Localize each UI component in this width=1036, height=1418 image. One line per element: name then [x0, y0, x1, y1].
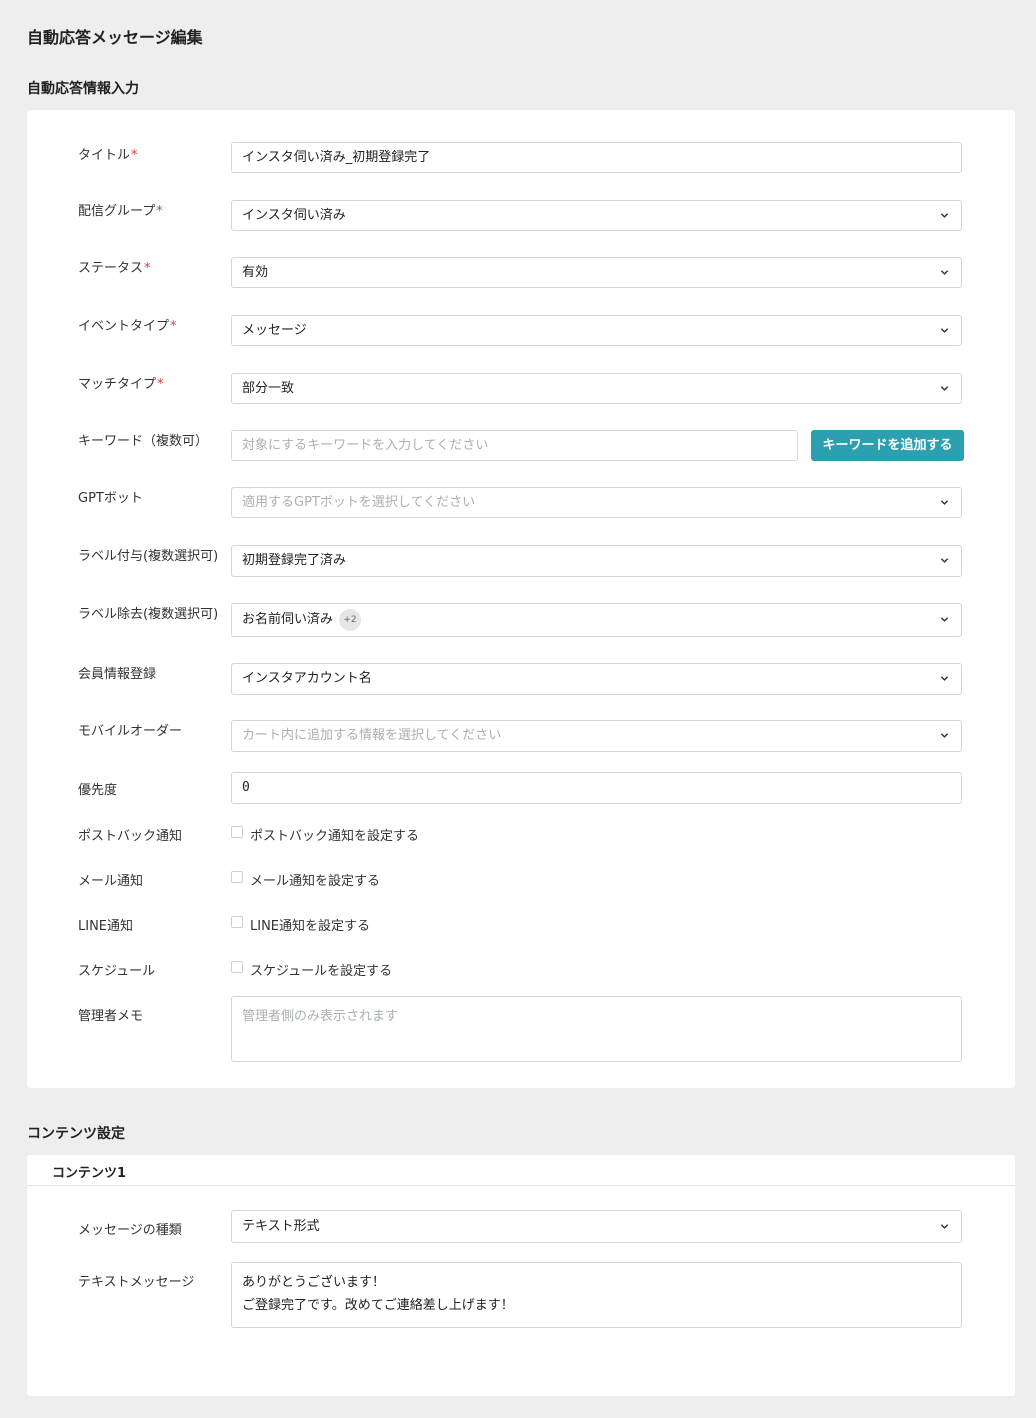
status-select[interactable]: 有効	[231, 257, 962, 288]
mail-label: メール通知	[78, 874, 144, 889]
label-add-label: ラベル付与(複数選択可)	[78, 549, 219, 564]
chevron-down-icon	[940, 213, 949, 218]
delivery-group-select[interactable]: インスタ伺い済み	[231, 200, 962, 231]
title-label: タイトル*	[78, 148, 138, 163]
mail-checkbox-label[interactable]: メール通知を設定する	[250, 870, 380, 889]
delivery-group-label: 配信グループ*	[78, 204, 163, 219]
label-remove-label: ラベル除去(複数選択可)	[78, 607, 219, 622]
memo-placeholder: 管理者側のみ表示されます	[242, 1009, 399, 1024]
schedule-label: スケジュール	[78, 964, 156, 979]
label-add-select[interactable]: 初期登録完了済み	[231, 545, 962, 577]
text-message-textarea[interactable]: ありがとうございます！ ご登録完了です。改めてご連絡差し上げます！	[231, 1262, 962, 1328]
postback-label: ポストバック通知	[78, 829, 183, 844]
chevron-down-icon	[940, 500, 949, 505]
message-type-select[interactable]: テキスト形式	[231, 1210, 962, 1243]
line-checkbox[interactable]	[231, 916, 243, 928]
chevron-down-icon	[940, 676, 949, 681]
mail-checkbox[interactable]	[231, 871, 243, 883]
status-label: ステータス*	[78, 261, 151, 276]
page-title: 自動応答メッセージ編集	[27, 28, 203, 47]
title-input[interactable]: インスタ伺い済み_初期登録完了	[231, 142, 962, 173]
memo-textarea[interactable]: 管理者側のみ表示されます	[231, 996, 962, 1062]
keyword-label: キーワード（複数可）	[78, 434, 209, 449]
member-info-value: インスタアカウント名	[242, 671, 372, 686]
more-count-badge: +2	[339, 608, 362, 631]
line-checkbox-label[interactable]: LINE通知を設定する	[250, 915, 370, 934]
label-remove-value: お名前伺い済み	[242, 612, 334, 627]
content-card: コンテンツ1 メッセージの種類 テキスト形式 テキストメッセージ ありがとうござ…	[27, 1155, 1015, 1396]
info-section-title: 自動応答情報入力	[27, 81, 139, 97]
chevron-down-icon	[940, 1224, 949, 1229]
mobile-order-select[interactable]: カート内に追加する情報を選択してください	[231, 720, 962, 752]
content-1-title: コンテンツ1	[52, 1166, 127, 1181]
schedule-checkbox-label[interactable]: スケジュールを設定する	[250, 960, 392, 979]
content-1-header: コンテンツ1	[27, 1155, 1015, 1186]
postback-checkbox-label[interactable]: ポストバック通知を設定する	[250, 825, 419, 844]
chevron-down-icon	[940, 328, 949, 333]
chevron-down-icon	[940, 558, 949, 563]
priority-input[interactable]: 0	[231, 772, 962, 804]
schedule-checkbox[interactable]	[231, 961, 243, 973]
gpt-bot-select[interactable]: 適用するGPTボットを選択してください	[231, 487, 962, 518]
label-add-value: 初期登録完了済み	[242, 553, 347, 568]
event-type-select[interactable]: メッセージ	[231, 315, 962, 346]
keyword-input[interactable]: 対象にするキーワードを入力してください	[231, 430, 798, 461]
line-label: LINE通知	[78, 919, 134, 934]
chevron-down-icon	[940, 270, 949, 275]
gpt-bot-label: GPTボット	[78, 491, 143, 506]
text-message-line-1: ありがとうございます！	[242, 1275, 386, 1290]
text-message-label: テキストメッセージ	[78, 1275, 195, 1290]
status-value: 有効	[242, 265, 269, 280]
info-card: タイトル* インスタ伺い済み_初期登録完了 配信グループ* インスタ伺い済み ス…	[27, 110, 1015, 1088]
gpt-bot-placeholder: 適用するGPTボットを選択してください	[242, 495, 476, 510]
mobile-order-label: モバイルオーダー	[78, 724, 183, 739]
memo-label: 管理者メモ	[78, 1009, 144, 1024]
chevron-down-icon	[940, 617, 949, 622]
match-type-select[interactable]: 部分一致	[231, 373, 962, 404]
chevron-down-icon	[940, 733, 949, 738]
priority-label: 優先度	[78, 783, 118, 798]
match-type-value: 部分一致	[242, 381, 295, 396]
content-section-title: コンテンツ設定	[27, 1126, 125, 1142]
member-info-label: 会員情報登録	[78, 667, 157, 682]
add-keyword-button[interactable]: キーワードを追加する	[811, 430, 964, 461]
delivery-group-value: インスタ伺い済み	[242, 208, 346, 223]
message-type-label: メッセージの種類	[78, 1223, 182, 1238]
event-type-label: イベントタイプ*	[78, 319, 177, 334]
label-remove-select[interactable]: お名前伺い済み +2	[231, 603, 962, 637]
event-type-value: メッセージ	[242, 323, 307, 338]
chevron-down-icon	[940, 386, 949, 391]
match-type-label: マッチタイプ*	[78, 377, 164, 392]
text-message-line-2: ご登録完了です。改めてご連絡差し上げます！	[242, 1298, 514, 1313]
message-type-value: テキスト形式	[242, 1219, 320, 1234]
member-info-select[interactable]: インスタアカウント名	[231, 663, 962, 695]
postback-checkbox[interactable]	[231, 826, 243, 838]
mobile-order-placeholder: カート内に追加する情報を選択してください	[242, 728, 502, 743]
